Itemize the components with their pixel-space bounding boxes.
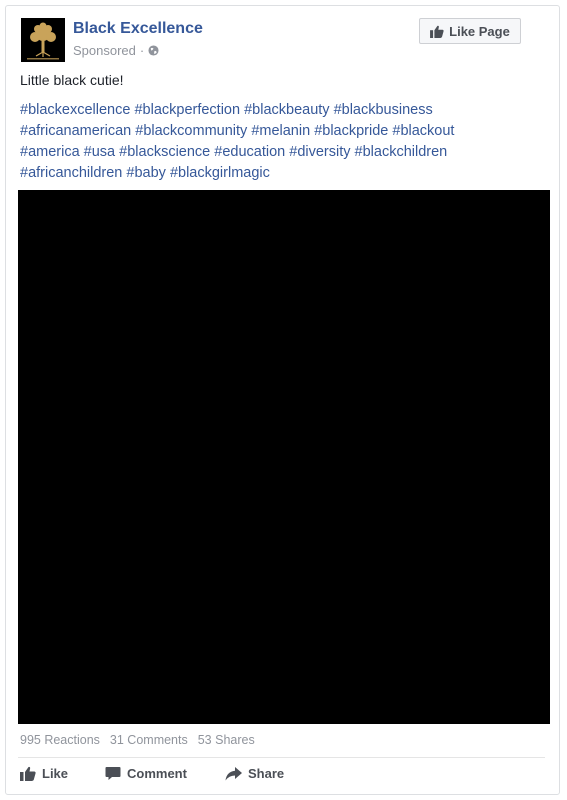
hashtag-link[interactable]: #africanamerican bbox=[20, 123, 131, 139]
share-button[interactable]: Share bbox=[225, 766, 284, 781]
meta-separator: · bbox=[139, 43, 145, 58]
hashtag-link[interactable]: #blackbusiness bbox=[334, 102, 433, 118]
thumbs-up-icon bbox=[20, 766, 36, 781]
comments-count[interactable]: 31 Comments bbox=[110, 733, 188, 747]
action-bar: Like Comment Share bbox=[20, 766, 284, 781]
hashtag-link[interactable]: #blackchildren bbox=[355, 144, 448, 160]
share-label: Share bbox=[248, 766, 285, 781]
hashtag-link[interactable]: #blackcommunity bbox=[135, 123, 247, 139]
like-button[interactable]: Like bbox=[20, 766, 105, 781]
page-avatar[interactable] bbox=[21, 18, 65, 62]
hashtag-link[interactable]: #education bbox=[214, 144, 285, 160]
post-text: Little black cutie! bbox=[20, 72, 124, 88]
engagement-stats: 995 Reactions 31 Comments 53 Shares bbox=[20, 733, 255, 747]
hashtag-link[interactable]: #blackgirlmagic bbox=[170, 165, 270, 181]
sponsored-label[interactable]: Sponsored bbox=[73, 43, 136, 58]
divider bbox=[18, 757, 545, 758]
hashtag-list: #blackexcellence #blackperfection #black… bbox=[20, 100, 545, 184]
sponsored-post-card: Black Excellence Sponsored · Like Page L… bbox=[5, 5, 560, 795]
hashtag-link[interactable]: #usa bbox=[84, 144, 115, 160]
page-name-link[interactable]: Black Excellence bbox=[73, 20, 203, 38]
hashtag-link[interactable]: #diversity bbox=[289, 144, 350, 160]
hashtag-link[interactable]: #melanin bbox=[251, 123, 310, 139]
hashtag-link[interactable]: #blackperfection bbox=[134, 102, 240, 118]
hashtag-link[interactable]: #africanchildren bbox=[20, 165, 122, 181]
comment-button[interactable]: Comment bbox=[105, 766, 225, 781]
hashtag-link[interactable]: #blackout bbox=[392, 123, 454, 139]
hashtag-link[interactable]: #baby bbox=[126, 165, 166, 181]
like-page-label: Like Page bbox=[449, 23, 510, 39]
globe-icon[interactable] bbox=[148, 45, 159, 56]
hashtag-link[interactable]: #america bbox=[20, 144, 80, 160]
comment-bubble-icon bbox=[105, 767, 121, 780]
shares-count[interactable]: 53 Shares bbox=[198, 733, 255, 747]
comment-label: Comment bbox=[127, 766, 187, 781]
hashtag-link[interactable]: #blackscience bbox=[119, 144, 210, 160]
share-arrow-icon bbox=[225, 766, 242, 780]
thumbs-up-icon bbox=[430, 25, 444, 38]
hashtag-link[interactable]: #blackpride bbox=[314, 123, 388, 139]
video-player[interactable] bbox=[18, 190, 550, 724]
hashtag-link[interactable]: #blackbeauty bbox=[244, 102, 329, 118]
like-label: Like bbox=[42, 766, 69, 781]
reactions-count[interactable]: 995 Reactions bbox=[20, 733, 100, 747]
like-page-button[interactable]: Like Page bbox=[419, 18, 521, 44]
post-meta: Sponsored · bbox=[73, 43, 159, 58]
tree-logo-icon bbox=[21, 18, 65, 62]
hashtag-link[interactable]: #blackexcellence bbox=[20, 102, 130, 118]
